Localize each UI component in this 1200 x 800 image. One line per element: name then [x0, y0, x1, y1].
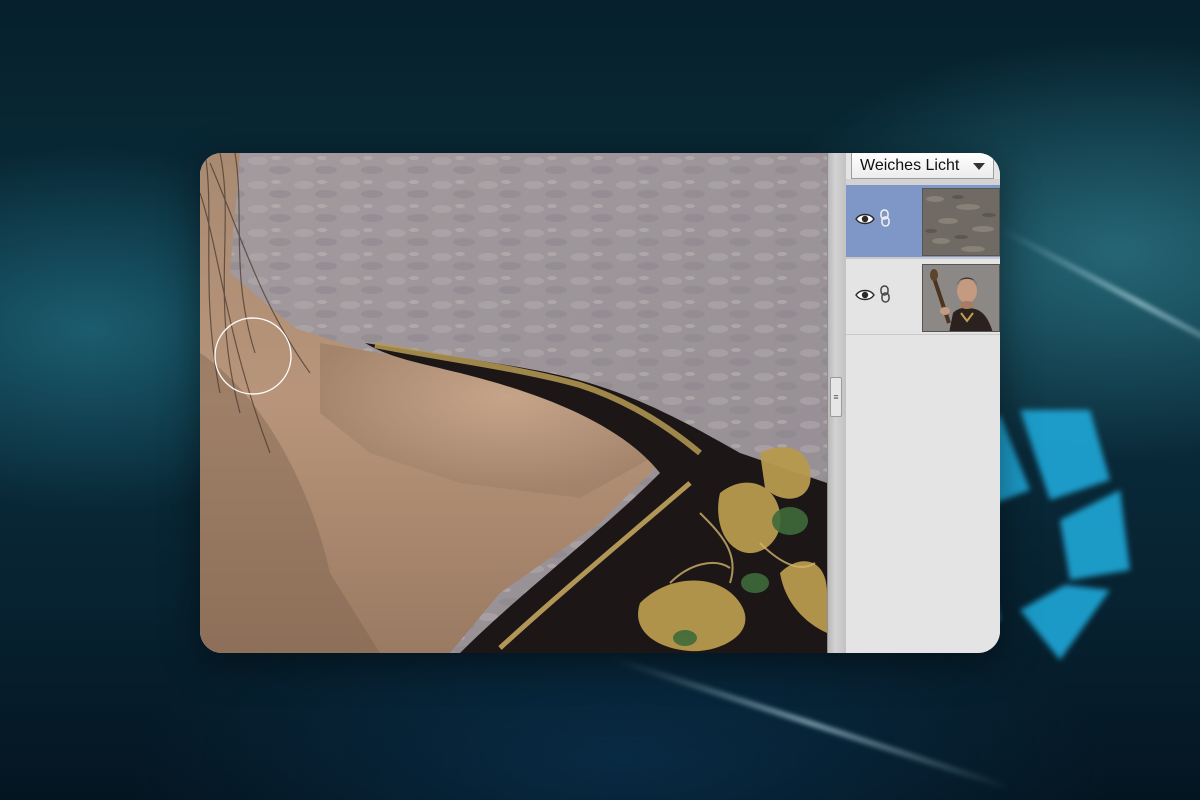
- eye-icon[interactable]: [855, 288, 875, 302]
- app-window: ≡ Weiches Licht: [200, 153, 1000, 653]
- blend-mode-dropdown[interactable]: Weiches Licht: [851, 153, 994, 179]
- layer-row-portrait[interactable]: [846, 261, 1000, 335]
- splitter-grip-icon[interactable]: ≡: [830, 377, 842, 417]
- panel-splitter[interactable]: ≡: [827, 153, 846, 653]
- background-light-streak: [997, 225, 1200, 381]
- eye-icon[interactable]: [855, 212, 875, 226]
- blend-mode-value: Weiches Licht: [860, 157, 960, 174]
- layers-panel: Weiches Licht: [846, 153, 1000, 653]
- layer-row-texture[interactable]: [846, 185, 1000, 259]
- layer-thumbnail-portrait[interactable]: [922, 264, 1000, 332]
- image-canvas[interactable]: [200, 153, 827, 653]
- photo-artwork: [200, 153, 827, 653]
- layer-thumbnail-texture[interactable]: [922, 188, 1000, 256]
- link-chain-icon[interactable]: [879, 285, 891, 303]
- link-chain-icon[interactable]: [879, 209, 891, 227]
- chevron-down-icon[interactable]: [973, 163, 985, 170]
